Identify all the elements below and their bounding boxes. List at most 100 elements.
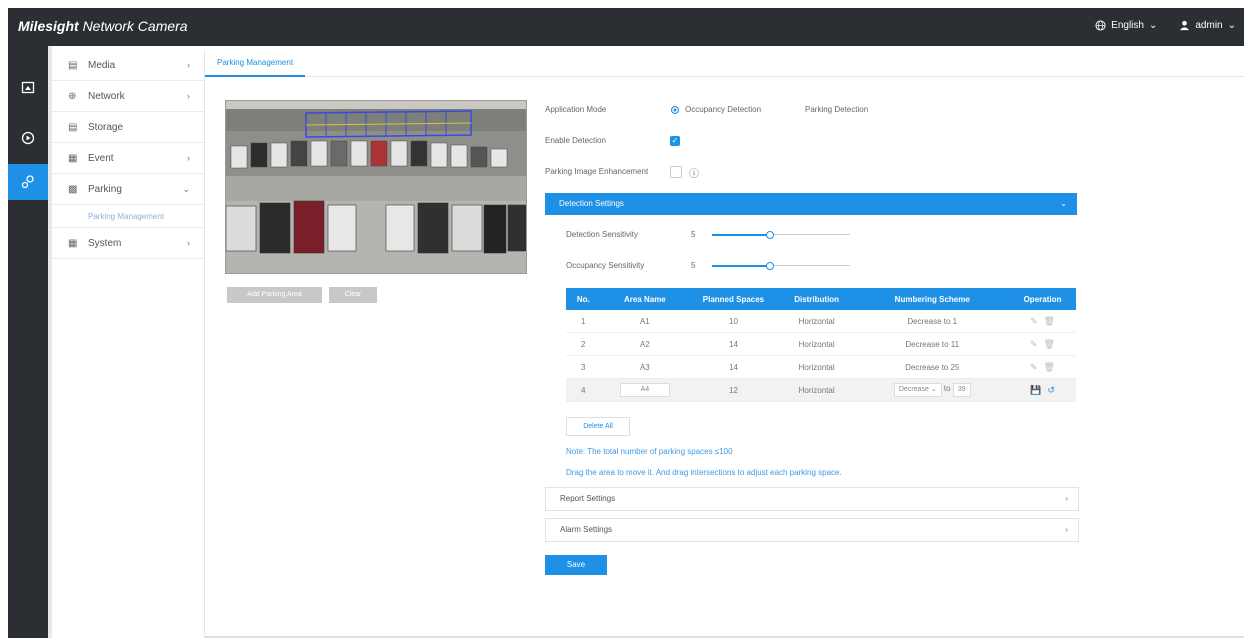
chevron-right-icon: › <box>187 60 190 70</box>
row-operation: ✎ 🗑 <box>1008 332 1076 356</box>
row-numbering-scheme: Decrease to 1 <box>855 310 1009 333</box>
application-mode-label: Application Mode <box>545 105 607 114</box>
row-numbering-scheme: Decrease ⌄ to 39 <box>855 378 1009 402</box>
language-label: English <box>1111 20 1144 31</box>
occupancy-sensitivity-slider[interactable] <box>712 265 768 267</box>
undo-icon[interactable]: ↺ <box>1047 385 1055 395</box>
sidebar-item-media[interactable]: ▤ Media › <box>52 50 204 81</box>
sidebar: ▤ Media › ⊕ Network › ▤ Storage ▦ Event … <box>52 50 205 638</box>
save-icon[interactable]: 💾 <box>1030 385 1041 395</box>
sidebar-item-label: Parking <box>88 183 122 195</box>
enable-detection-checkbox[interactable]: ✓ <box>670 136 680 146</box>
clear-button[interactable]: Clear <box>329 287 377 303</box>
logo-text: Milesight <box>18 18 79 34</box>
sidebar-item-label: Event <box>88 152 114 164</box>
numbering-end-input[interactable]: 39 <box>952 383 971 397</box>
language-selector[interactable]: English ⌄ <box>1095 20 1157 31</box>
report-settings-header[interactable]: Report Settings › <box>545 487 1079 511</box>
numbering-scheme-value: Decrease <box>898 386 929 393</box>
table-row: 3 A3 14 Horizontal Decrease to 25 ✎ 🗑 <box>566 355 1076 379</box>
row-operation: ✎ 🗑 <box>1008 310 1076 333</box>
parking-detection-label[interactable]: Parking Detection <box>805 105 868 114</box>
sidebar-item-event[interactable]: ▦ Event › <box>52 143 204 174</box>
sidebar-item-network[interactable]: ⊕ Network › <box>52 81 204 112</box>
chevron-right-icon: › <box>1065 494 1068 503</box>
sidebar-item-label: Storage <box>88 121 124 133</box>
storage-icon: ▤ <box>68 121 78 133</box>
numbering-scheme-select[interactable]: Decrease ⌄ <box>893 383 942 397</box>
user-label: admin <box>1195 20 1223 31</box>
row-area-name: A2 <box>600 332 690 356</box>
sidebar-item-storage[interactable]: ▤ Storage <box>52 112 204 143</box>
parking-lot-image <box>226 101 526 273</box>
tab-parking-management[interactable]: Parking Management <box>205 50 306 77</box>
media-icon: ▤ <box>68 59 78 71</box>
note-total-spaces: Note: The total number of parking spaces… <box>566 447 733 456</box>
occupancy-sensitivity-label: Occupancy Sensitivity <box>566 261 645 270</box>
row-distribution: Horizontal <box>777 355 856 379</box>
occupancy-sensitivity-handle[interactable] <box>766 262 774 270</box>
delete-icon[interactable]: 🗑 <box>1044 316 1055 326</box>
row-no: 1 <box>566 310 601 333</box>
delete-icon[interactable]: 🗑 <box>1044 362 1055 372</box>
row-planned-spaces: 14 <box>689 355 778 379</box>
table-row: 2 A2 14 Horizontal Decrease to 11 ✎ 🗑 <box>566 332 1076 356</box>
row-area-name: A1 <box>600 310 690 333</box>
occupancy-sensitivity-value: 5 <box>691 261 696 270</box>
row-planned-spaces: 10 <box>689 310 778 333</box>
row-operation: 💾 ↺ <box>1008 378 1076 402</box>
table-header: Distribution <box>777 288 856 310</box>
row-planned-spaces[interactable]: 12 <box>689 378 778 402</box>
detection-settings-header[interactable]: Detection Settings ⌄ <box>545 193 1077 215</box>
edit-icon[interactable]: ✎ <box>1030 316 1038 326</box>
row-distribution: Horizontal <box>777 332 856 356</box>
tab-bar: Parking Management <box>205 50 1244 77</box>
edit-icon[interactable]: ✎ <box>1030 339 1038 349</box>
info-icon[interactable]: ⓘ <box>689 165 699 180</box>
occupancy-detection-radio[interactable] <box>671 106 679 114</box>
chevron-down-icon: ⌄ <box>1148 20 1158 31</box>
area-name-input[interactable]: A4 <box>619 383 670 397</box>
enable-detection-label: Enable Detection <box>545 136 606 145</box>
settings-icon[interactable] <box>8 164 48 200</box>
table-row-editing: 4 A4 12 Horizontal Decrease ⌄ to 39 💾 ↺ <box>566 378 1076 402</box>
live-view-icon[interactable] <box>8 70 48 106</box>
occupancy-detection-label: Occupancy Detection <box>685 105 762 114</box>
delete-all-button[interactable]: Delete All <box>566 417 630 436</box>
sidebar-item-parking[interactable]: ▩ Parking ⌄ <box>52 174 204 205</box>
parking-image-enhancement-checkbox[interactable] <box>670 166 682 178</box>
camera-preview[interactable] <box>225 100 527 274</box>
user-menu[interactable]: admin ⌄ <box>1179 20 1236 31</box>
system-icon: ▦ <box>68 237 78 249</box>
delete-icon[interactable]: 🗑 <box>1044 339 1055 349</box>
parking-icon: ▩ <box>68 183 78 195</box>
detection-sensitivity-slider[interactable] <box>712 234 768 236</box>
sidebar-subitem-parking-management[interactable]: Parking Management <box>52 205 204 228</box>
row-area-name: A3 <box>600 355 690 379</box>
detection-sensitivity-value: 5 <box>691 230 696 239</box>
table-header: Planned Spaces <box>689 288 778 310</box>
detection-settings-title: Detection Settings <box>559 199 624 208</box>
table-header: No. <box>566 288 601 310</box>
edit-icon[interactable]: ✎ <box>1030 362 1038 372</box>
table-row: 1 A1 10 Horizontal Decrease to 1 ✎ 🗑 <box>566 310 1076 333</box>
detection-sensitivity-handle[interactable] <box>766 231 774 239</box>
save-button[interactable]: Save <box>545 555 607 575</box>
row-area-name: A4 <box>600 378 690 402</box>
playback-icon[interactable] <box>8 120 48 156</box>
sidebar-item-label: System <box>88 237 122 249</box>
add-parking-area-button[interactable]: Add Parking Area <box>227 287 322 303</box>
row-no: 3 <box>566 355 601 379</box>
sidebar-item-label: Network <box>88 90 125 102</box>
row-planned-spaces: 14 <box>689 332 778 356</box>
brand-logo: Milesight Network Camera <box>18 18 188 34</box>
row-operation: ✎ 🗑 <box>1008 355 1076 379</box>
row-distribution[interactable]: Horizontal <box>777 378 856 402</box>
event-icon: ▦ <box>68 152 78 164</box>
sidebar-item-system[interactable]: ▦ System › <box>52 228 204 259</box>
network-icon: ⊕ <box>68 90 77 102</box>
alarm-settings-header[interactable]: Alarm Settings › <box>545 518 1079 542</box>
table-header: Operation <box>1008 288 1076 310</box>
sidebar-item-label: Media <box>88 59 116 71</box>
icon-nav <box>8 46 48 638</box>
